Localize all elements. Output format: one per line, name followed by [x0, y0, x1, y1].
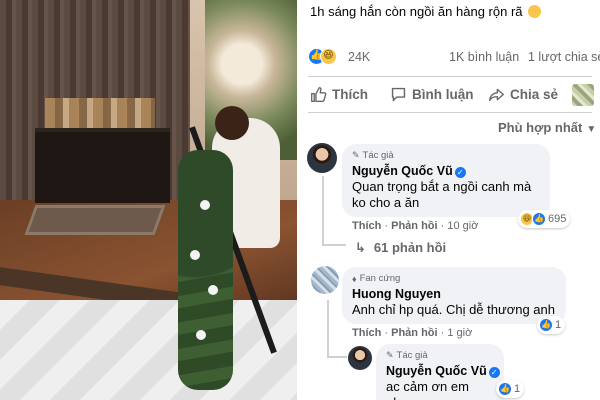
photo-ornament [208, 285, 218, 295]
share-button-label: Chia sẻ [510, 87, 559, 102]
comment-button-label: Bình luận [412, 87, 474, 102]
comment-reaction-count: 695 [548, 213, 567, 225]
thumbs-up-icon [311, 87, 327, 102]
post-caption-text: 1h sáng hắn còn ngồi ăn hàng rộn rã [310, 4, 523, 19]
badge-label: Tác giả [362, 150, 394, 161]
photo-decor [45, 98, 155, 130]
disappointed-face-emoji-icon [528, 5, 542, 18]
like-button-label: Thích [332, 87, 368, 102]
comment-button[interactable]: Bình luận [390, 86, 474, 103]
comment-text: Quan trọng bắt a ngồi canh mà ko cho a ă… [352, 179, 532, 210]
comment-reaction-count: 1 [555, 319, 562, 331]
verified-icon: ✓ [488, 367, 500, 378]
thread-line [327, 356, 347, 358]
like-icon: 👍 [539, 318, 553, 332]
avatar[interactable] [348, 346, 372, 370]
post-actions: Thích Bình luận Chia sẻ [300, 84, 600, 108]
replies-count: 61 phản hồi [373, 240, 447, 255]
comment-bubble: ✎ Tác giả Nguyễn Quốc Vũ ✓ Quan trọng bắt … [342, 144, 550, 217]
comment-reactions[interactable]: 👍 1 [537, 316, 566, 334]
sort-label: Phù hợp nhất [498, 120, 583, 135]
author-badge: ✎ Tác giả [386, 349, 494, 362]
photo-cabinet [35, 128, 170, 203]
photo-garland [178, 150, 233, 390]
comment-time[interactable]: 1 giờ [447, 327, 472, 339]
commenter-name[interactable]: Huong Nguyen [352, 287, 556, 301]
photo-tile-floor [0, 300, 297, 400]
share-count[interactable]: 1 lượt chia sẻ [528, 50, 600, 64]
comment-reactions[interactable]: 👍 1 [496, 380, 525, 398]
post-stats: 👍😆 24K 1K bình luận 1 lượt chia sẻ [308, 48, 600, 70]
thread-line [322, 176, 324, 246]
comment-reply-link[interactable]: Phản hồi [391, 220, 437, 232]
comment-meta: Thích · Phản hồi · 10 giờ [352, 220, 479, 232]
profile-switch-avatar[interactable] [572, 84, 594, 106]
divider [308, 112, 592, 113]
view-replies-link[interactable]: ↳ 61 phản hồi [355, 240, 446, 256]
commenter-name-text: Nguyễn Quốc Vũ [352, 164, 453, 178]
diamond-icon: ♦ [352, 273, 357, 284]
reaction-icons[interactable]: 👍😆 [308, 48, 337, 65]
photo-person-head [215, 106, 249, 140]
reaction-count[interactable]: 24K [348, 50, 370, 64]
haha-icon: 😆 [320, 48, 337, 65]
photo-ornament [196, 330, 206, 340]
comment-text: ac cảm ơn em nha [386, 379, 469, 400]
share-button[interactable]: Chia sẻ [488, 86, 558, 103]
like-icon: 👍 [498, 382, 512, 396]
thread-line [322, 244, 346, 246]
facebook-post-panel: 1h sáng hắn còn ngồi ăn hàng rộn rã 👍😆 2… [300, 0, 600, 400]
commenter-name-text: Nguyễn Quốc Vũ [386, 364, 487, 378]
photo-ornament [190, 250, 200, 260]
pen-icon: ✎ [386, 350, 394, 360]
divider [308, 76, 592, 77]
comment-icon [391, 87, 406, 102]
avatar[interactable] [311, 266, 339, 294]
fan-badge: ♦ Fan cứng [352, 272, 556, 285]
comment-bubble: ✎Tác giả Nguyễn Quốc Vũ✓ ac cảm ơn em nh… [376, 344, 504, 400]
like-button[interactable]: Thích [310, 86, 368, 103]
post-photo[interactable] [0, 0, 297, 400]
comment-reactions[interactable]: 😆 👍 695 [518, 210, 571, 228]
comment-time[interactable]: 10 giờ [447, 220, 478, 232]
commenter-name-text: Huong Nguyen [352, 287, 441, 301]
badge-label: Fan cứng [359, 273, 401, 284]
commenter-name[interactable]: Nguyễn Quốc Vũ ✓ [386, 364, 500, 378]
chevron-down-icon: ▼ [586, 124, 597, 135]
pen-icon: ✎ [352, 150, 360, 160]
share-arrow-icon [489, 88, 504, 102]
commenter-name[interactable]: Nguyễn Quốc Vũ ✓ [352, 164, 540, 178]
avatar[interactable] [307, 143, 337, 173]
like-icon: 👍 [532, 212, 546, 226]
photo-ornament [200, 200, 210, 210]
comment-reaction-count: 1 [514, 383, 521, 395]
comment-bubble: ♦ Fan cứng Huong Nguyen Anh chỉ hp quá. C… [342, 267, 566, 324]
thread-line [327, 300, 329, 358]
photo-rug [24, 205, 166, 235]
comment-text: Anh chỉ hp quá. Chị dễ thương anh [352, 302, 555, 317]
verified-icon: ✓ [454, 167, 466, 178]
post-caption: 1h sáng hắn còn ngồi ăn hàng rộn rã [310, 4, 542, 19]
comment-sort-dropdown[interactable]: Phù hợp nhất ▼ [498, 120, 596, 135]
author-badge: ✎ Tác giả [352, 149, 540, 162]
comment-reply-link[interactable]: Phản hồi [391, 327, 437, 339]
comment-like-link[interactable]: Thích [352, 327, 381, 339]
badge-label: Tác giả [396, 350, 428, 361]
reply-arrow-icon: ↳ [355, 240, 366, 255]
comment-count[interactable]: 1K bình luận [449, 50, 519, 64]
comment-like-link[interactable]: Thích [352, 220, 381, 232]
comment-meta: Thích · Phản hồi · 1 giờ [352, 327, 473, 339]
